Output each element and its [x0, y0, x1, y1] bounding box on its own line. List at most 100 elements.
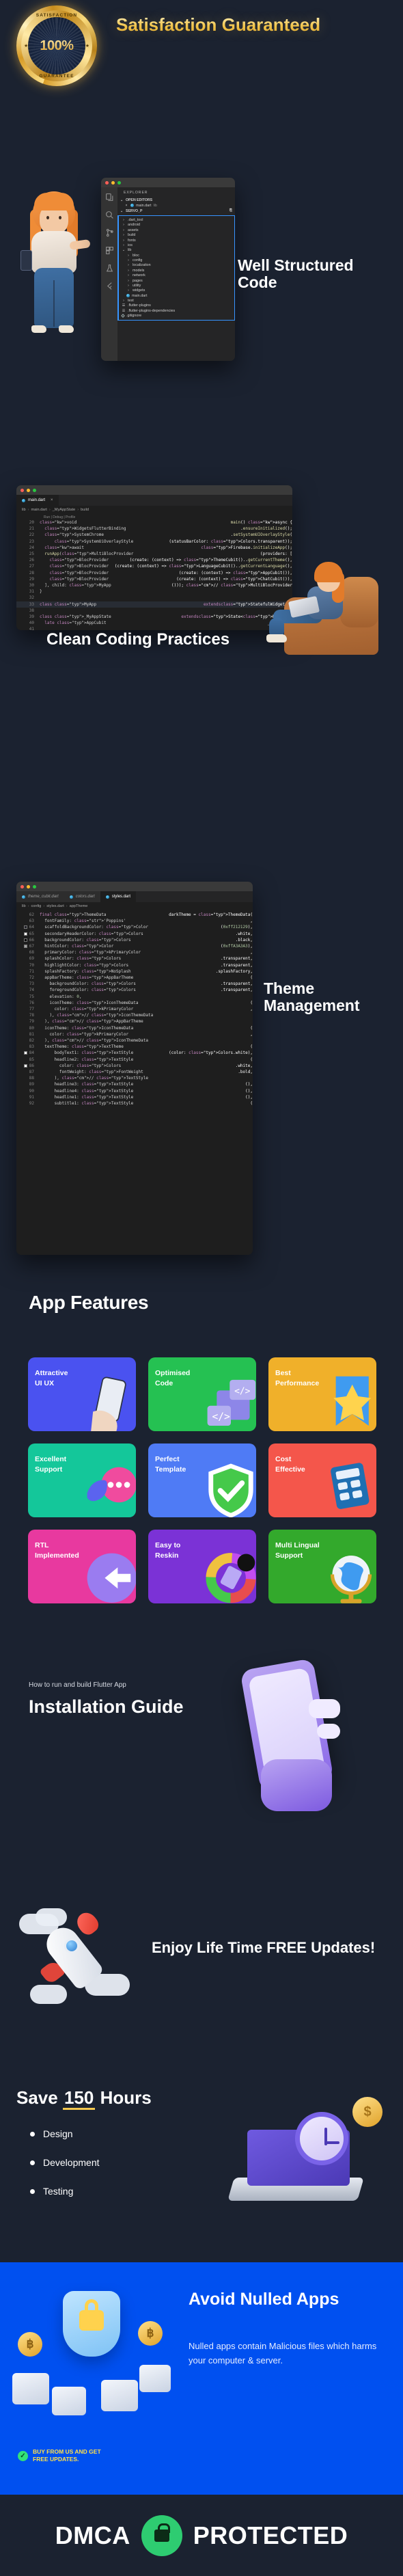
feature-card[interactable]: Easy to Reskin — [148, 1530, 256, 1603]
file-tree-item[interactable]: › .dart_tool — [119, 217, 234, 222]
close-icon[interactable]: × — [124, 204, 128, 208]
feature-card[interactable]: Optimised Code </> </> — [148, 1357, 256, 1431]
file-tree-item[interactable]: .gitignore — [119, 314, 234, 318]
color-swatch — [23, 1063, 27, 1068]
vscode-explorer-window[interactable]: EXPLORER ⌄ OPEN EDITORS × main.dart lib … — [101, 178, 235, 361]
editor-tab[interactable]: colors.dart — [64, 891, 100, 902]
avoid-nulled-body: Nulled apps contain Malicious files whic… — [189, 2341, 377, 2366]
file-tree-item[interactable]: › test — [119, 298, 234, 303]
tab-main-dart[interactable]: main.dart × — [16, 495, 59, 506]
line-code: appBarTheme: class="typ">AppBarTheme — [40, 975, 134, 981]
file-tree-item[interactable]: › network — [119, 273, 234, 278]
file-tree-item[interactable]: › fonts — [119, 238, 234, 243]
maximize-window-icon[interactable] — [117, 180, 121, 185]
file-tree-item[interactable]: › config — [119, 258, 234, 262]
file-tree-item[interactable]: › bloc — [119, 253, 234, 258]
maximize-window-icon[interactable] — [33, 884, 36, 889]
clean-coding-headline: Clean Coding Practices — [46, 630, 230, 649]
breadcrumb[interactable]: lib › main.dart › _MyAppState › build — [16, 506, 292, 514]
search-icon[interactable] — [105, 211, 114, 219]
file-tree-item[interactable]: main.dart — [119, 293, 234, 298]
breadcrumb-item[interactable]: build — [81, 508, 89, 512]
files-icon[interactable] — [105, 193, 114, 202]
save-hours-item-label: Testing — [43, 2186, 74, 2197]
new-file-icon[interactable]: ⎘ — [230, 208, 235, 213]
file-tree-item[interactable]: › ios — [119, 243, 234, 247]
file-tree-label: test — [128, 299, 134, 303]
feature-card[interactable]: RTL Implemented — [28, 1530, 136, 1603]
breadcrumb-item[interactable]: lib — [22, 508, 26, 512]
buy-from-us-cta[interactable]: ✓ BUY FROM US AND GET FREE UPDATES. — [18, 2448, 101, 2464]
activity-bar[interactable] — [101, 187, 117, 361]
vscode-styles-dart-window[interactable]: theme_cubit.dart colors.dart styles.dart l… — [16, 882, 253, 1255]
color-swatch — [23, 945, 27, 949]
editor-tabs[interactable]: main.dart × — [16, 495, 292, 506]
save-hours-item-label: Design — [43, 2128, 73, 2139]
chevron-down-icon: ⌄ — [120, 208, 124, 213]
feature-card[interactable]: Perfect Template — [148, 1443, 256, 1517]
close-window-icon[interactable] — [105, 180, 109, 185]
file-tree-item[interactable]: ⌄ lib — [119, 248, 234, 253]
line-number: 67 — [16, 943, 40, 949]
minimize-window-icon[interactable] — [27, 488, 30, 492]
file-tree-item[interactable]: › pages — [119, 278, 234, 283]
editor-tab[interactable]: styles.dart — [100, 891, 137, 902]
feature-card[interactable]: Excellent Support — [28, 1443, 136, 1517]
feature-card[interactable]: Best Performance — [268, 1357, 376, 1431]
file-tree-item[interactable]: › android — [119, 223, 234, 228]
breadcrumb-item[interactable]: config — [31, 904, 41, 908]
file-tree-item[interactable]: › localization — [119, 263, 234, 268]
close-window-icon[interactable] — [20, 884, 24, 889]
flutter-icon[interactable] — [105, 282, 114, 290]
file-tree-item[interactable]: ☰ .flutter-plugins-dependencies — [119, 308, 234, 313]
breadcrumb[interactable]: lib › config › styles.dart › appTheme — [16, 902, 253, 910]
line-number: 69 — [29, 956, 34, 962]
lock-icon — [154, 2523, 170, 2542]
file-tree-item[interactable]: ☰ .flutter-plugins — [119, 303, 234, 308]
breadcrumb-item[interactable]: main.dart — [31, 508, 46, 512]
save-hours-item-label: Development — [43, 2157, 100, 2168]
breadcrumb-item[interactable]: _MyAppState — [53, 508, 76, 512]
save-number: 150 — [62, 2087, 96, 2110]
maximize-window-icon[interactable] — [33, 488, 36, 492]
extensions-icon[interactable] — [105, 246, 114, 255]
editor-tabs[interactable]: theme_cubit.dart colors.dart styles.dart — [16, 891, 253, 902]
minimize-window-icon[interactable] — [27, 884, 30, 889]
source-control-icon[interactable] — [105, 228, 114, 237]
feature-card[interactable]: Cost Effective — [268, 1443, 376, 1517]
testing-flask-icon[interactable] — [105, 264, 114, 273]
file-tree-item[interactable]: › models — [119, 268, 234, 273]
close-window-icon[interactable] — [20, 488, 24, 492]
file-icon: ☰ — [122, 308, 126, 313]
open-editor-item[interactable]: × main.dart lib — [117, 203, 235, 208]
breadcrumb-item[interactable]: styles.dart — [46, 904, 64, 908]
feature-card[interactable]: Attractive UI UX — [28, 1357, 136, 1431]
file-tree[interactable]: › .dart_tool › android › assets › build › fonts › i… — [117, 215, 235, 321]
file-tree-item[interactable]: › assets — [119, 228, 234, 232]
breadcrumb-item[interactable]: appTheme — [70, 904, 88, 908]
code-line: 20 class="kw">void main() class ="kw">asyn… — [16, 519, 292, 526]
explorer-panel[interactable]: EXPLORER ⌄ OPEN EDITORS × main.dart lib … — [117, 187, 235, 361]
line-code: color: class="typ">kPrimaryColor — [40, 1031, 129, 1037]
file-tree-item[interactable]: › utility — [119, 283, 234, 288]
chevron-right-icon: › — [123, 299, 124, 303]
code-line: 39 class class="typ">_MyAppState extends … — [16, 614, 292, 620]
tab-close-icon[interactable]: × — [51, 495, 53, 506]
editor-tab[interactable]: theme_cubit.dart — [16, 891, 64, 902]
code-editor[interactable]: 62 final class="typ">ThemeData darkTheme … — [16, 910, 253, 1107]
code-line: 84 bodyText1: class="typ">TextStyle (colo… — [16, 1050, 253, 1056]
file-tree-item[interactable]: › widgets — [119, 288, 234, 293]
line-code: headline3: class="typ">TextStyle — [40, 1082, 134, 1087]
feature-card-label: Easy to Reskin — [155, 1541, 181, 1560]
feature-card[interactable]: Multi Lingual Support — [268, 1530, 376, 1603]
breadcrumb-item[interactable]: lib — [22, 904, 26, 908]
open-editors-header[interactable]: ⌄ OPEN EDITORS — [117, 198, 235, 203]
minimize-window-icon[interactable] — [111, 180, 115, 185]
check-icon: ✓ — [18, 2450, 28, 2461]
vscode-main-dart-window[interactable]: main.dart × lib › main.dart › _MyAppState › bu… — [16, 485, 292, 630]
code-editor[interactable]: Run | Debug | Profile 20 class="kw">void … — [16, 514, 292, 630]
file-tree-item[interactable]: › build — [119, 233, 234, 238]
dart-file-icon — [22, 498, 25, 502]
line-code: fontFamily: class="str">'Poppins' — [40, 919, 126, 924]
project-header[interactable]: ⌄ SERVO_P ⎘ — [117, 208, 235, 214]
